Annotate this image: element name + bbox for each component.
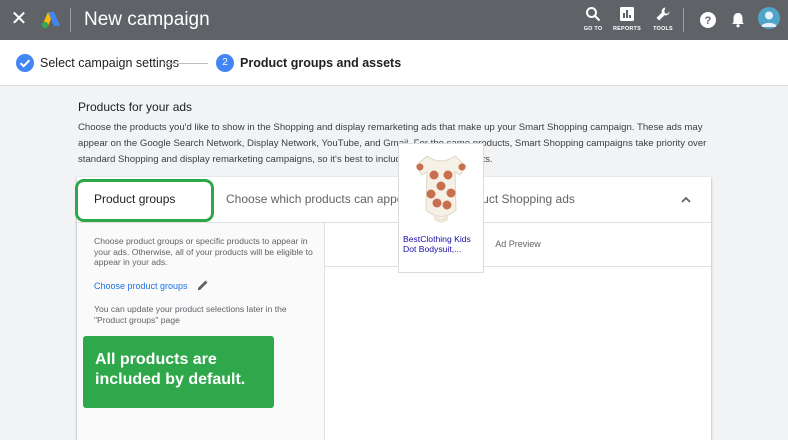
divider — [683, 8, 684, 32]
step1-label[interactable]: Select campaign settings — [40, 56, 179, 70]
ad-preview-panel: Ad Preview — [324, 223, 711, 440]
ad-preview-header: Ad Preview — [325, 223, 711, 267]
section-title: Products for your ads — [78, 100, 193, 114]
reports-icon — [620, 7, 634, 21]
top-app-bar: ✕ New campaign GO TO REPORTS TOOLS ? — [0, 0, 788, 40]
divider — [70, 8, 71, 32]
step2-label[interactable]: Product groups and assets — [240, 56, 401, 70]
callout-box: All products are included by default. — [83, 336, 274, 408]
step2-number: 2 — [216, 54, 234, 72]
ad-preview-label: Ad Preview — [495, 239, 541, 249]
wrench-icon — [656, 7, 670, 21]
chevron-up-icon[interactable] — [678, 192, 694, 208]
reports-label: REPORTS — [613, 26, 641, 32]
user-icon — [761, 11, 777, 27]
product-name[interactable]: BestClothing Kids Dot Bodysuit,... — [403, 234, 483, 254]
notifications-icon[interactable] — [728, 10, 748, 30]
step-connector — [164, 63, 208, 64]
product-groups-help: Choose product groups or specific produc… — [94, 236, 313, 267]
tools-label: TOOLS — [653, 26, 673, 32]
goto-button[interactable]: GO TO — [576, 5, 610, 35]
svg-text:?: ? — [705, 15, 712, 27]
reports-button[interactable]: REPORTS — [610, 5, 644, 35]
callout-text: All products are included by default. — [95, 351, 246, 388]
search-icon — [586, 7, 601, 22]
highlight-box — [75, 179, 214, 222]
goto-label: GO TO — [583, 26, 603, 32]
google-ads-logo — [41, 12, 60, 29]
tools-button[interactable]: TOOLS — [646, 5, 680, 35]
product-preview-card[interactable]: BestClothing Kids Dot Bodysuit,... — [398, 143, 484, 273]
step1-check-icon — [16, 54, 34, 72]
help-icon[interactable]: ? — [698, 10, 718, 30]
pencil-icon[interactable] — [196, 278, 210, 292]
avatar[interactable] — [758, 7, 780, 29]
product-groups-note: You can update your product selections l… — [94, 304, 287, 325]
product-image — [415, 155, 467, 223]
choose-product-groups-link[interactable]: Choose product groups — [94, 281, 188, 291]
close-icon[interactable]: ✕ — [9, 9, 29, 29]
page-title: New campaign — [84, 9, 210, 30]
